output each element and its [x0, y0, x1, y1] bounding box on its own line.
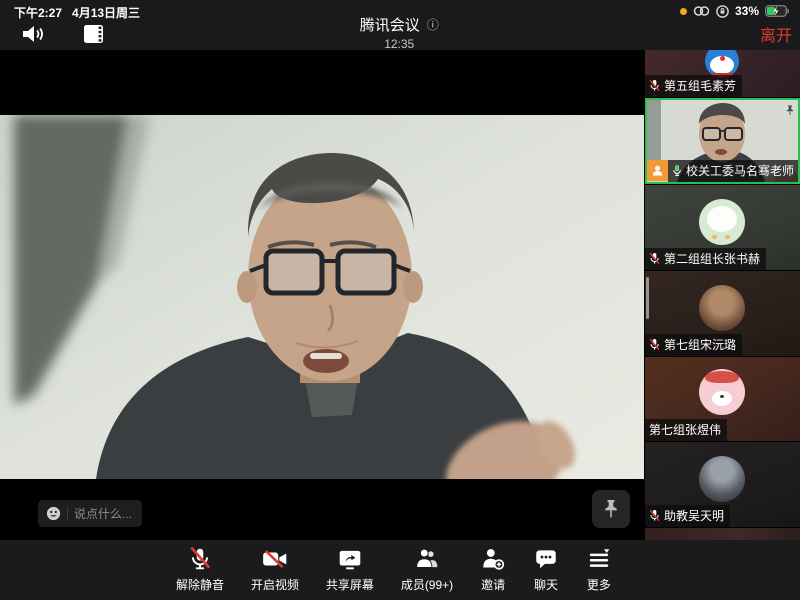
pin-video-button[interactable]	[592, 490, 630, 528]
toolbar-button-label: 共享屏幕	[326, 576, 374, 593]
mic-muted-icon	[649, 79, 660, 92]
participant-tile-0[interactable]: 第五组毛素芳	[645, 50, 800, 97]
status-left: 下午2:27 4月13日周三	[14, 4, 140, 21]
participant-label: 助教吴天明	[645, 505, 730, 527]
participant-label: 校关工委马名骞老师	[668, 160, 800, 182]
sidebar-scrollbar[interactable]	[646, 277, 649, 319]
chat-input-placeholder: 说点什么...	[74, 505, 132, 522]
battery-charging-icon	[765, 5, 790, 17]
participant-tile-1-self[interactable]: 校关工委马名骞老师	[645, 98, 800, 184]
host-badge-icon	[647, 160, 668, 181]
personal-hotspot-icon	[693, 5, 710, 17]
more-icon	[586, 545, 612, 573]
app-title: 腾讯会议	[360, 14, 420, 35]
participant-name: 校关工委马名骞老师	[686, 162, 794, 179]
share-screen-icon	[337, 545, 363, 573]
avatar-doraemon	[705, 50, 739, 78]
chat-input[interactable]: 说点什么...	[38, 500, 142, 527]
pin-icon	[602, 499, 620, 519]
participant-label: 第七组张煜伟	[645, 419, 727, 441]
toolbar-button-label: 聊天	[534, 576, 558, 593]
meeting-duration: 12:35	[360, 37, 439, 51]
speaker-video-art	[0, 115, 644, 479]
rotation-lock-icon	[716, 5, 729, 18]
clock-date: 4月13日周三	[72, 4, 140, 21]
mic-speaking-icon	[672, 164, 682, 177]
film-roll-icon	[82, 24, 108, 44]
participant-tile-6-partial[interactable]	[645, 528, 800, 540]
participant-label-row: 校关工委马名骞老师	[647, 160, 800, 182]
speaker-icon	[20, 23, 46, 45]
participant-label: 第七组宋沅璐	[645, 334, 742, 356]
invite-icon	[480, 545, 506, 573]
participant-tile-5[interactable]: 助教吴天明	[645, 442, 800, 527]
battery-percent: 33%	[735, 4, 759, 18]
chat-icon	[533, 545, 559, 573]
clock-time: 下午2:27	[14, 4, 62, 21]
tencent-meeting-app: 下午2:27 4月13日周三 33%	[0, 0, 800, 600]
share-screen-button[interactable]: 共享屏幕	[326, 545, 374, 593]
active-speaker-video	[0, 115, 644, 479]
toolbar-button-label: 解除静音	[176, 576, 224, 593]
top-bar: 下午2:27 4月13日周三 33%	[0, 0, 800, 50]
more-button[interactable]: 更多	[586, 545, 612, 593]
avatar-man-photo	[699, 456, 745, 502]
members-icon	[414, 545, 440, 573]
participant-name: 助教吴天明	[664, 507, 724, 524]
mic-muted-icon	[649, 509, 660, 522]
participant-tile-4[interactable]: 第七组张煜伟	[645, 357, 800, 441]
participant-tile-3[interactable]: 第七组宋沅璐	[645, 271, 800, 356]
mic-in-use-indicator-icon	[680, 8, 687, 15]
meeting-info-icon[interactable]: ⓘ	[427, 16, 439, 33]
chat-input-divider	[67, 507, 68, 521]
invite-button[interactable]: 邀请	[480, 545, 506, 593]
chat-button[interactable]: 聊天	[533, 545, 559, 593]
mic-muted-icon	[649, 252, 660, 265]
camera-muted-icon	[261, 545, 289, 573]
pinned-indicator-icon	[785, 103, 795, 121]
members-button[interactable]: 成员(99+)	[401, 545, 453, 593]
emoji-icon[interactable]	[46, 506, 61, 521]
toolbar-button-label: 成员(99+)	[401, 576, 453, 593]
camera-view-button[interactable]	[82, 24, 108, 47]
meeting-title-block: 腾讯会议 ⓘ 12:35	[360, 14, 439, 51]
participant-tile-2[interactable]: 第二组组长张书赫	[645, 185, 800, 270]
leave-meeting-button[interactable]: 离开	[760, 22, 792, 46]
participant-label: 第五组毛素芳	[645, 75, 742, 97]
unmute-button[interactable]: 解除静音	[176, 545, 224, 593]
toolbar-button-label: 更多	[587, 576, 611, 593]
mic-muted-icon	[649, 338, 660, 351]
avatar-pink-fox-cartoon	[699, 369, 745, 415]
avatar-sheep-cartoon	[699, 199, 745, 245]
participant-name: 第五组毛素芳	[664, 77, 736, 94]
toolbar-button-label: 邀请	[481, 576, 505, 593]
participant-name: 第七组宋沅璐	[664, 336, 736, 353]
status-right: 33%	[680, 4, 790, 18]
mic-muted-icon	[187, 545, 213, 573]
participant-label: 第二组组长张书赫	[645, 248, 766, 270]
start-video-button[interactable]: 开启视频	[251, 545, 299, 593]
speaker-route-button[interactable]	[20, 23, 46, 48]
avatar-child-photo	[699, 285, 745, 331]
participant-name: 第七组张煜伟	[649, 421, 721, 438]
main-video-stage[interactable]: 说点什么...	[0, 50, 644, 540]
bottom-toolbar: 解除静音 开启视频	[0, 540, 800, 600]
toolbar-button-label: 开启视频	[251, 576, 299, 593]
participant-name: 第二组组长张书赫	[664, 250, 760, 267]
